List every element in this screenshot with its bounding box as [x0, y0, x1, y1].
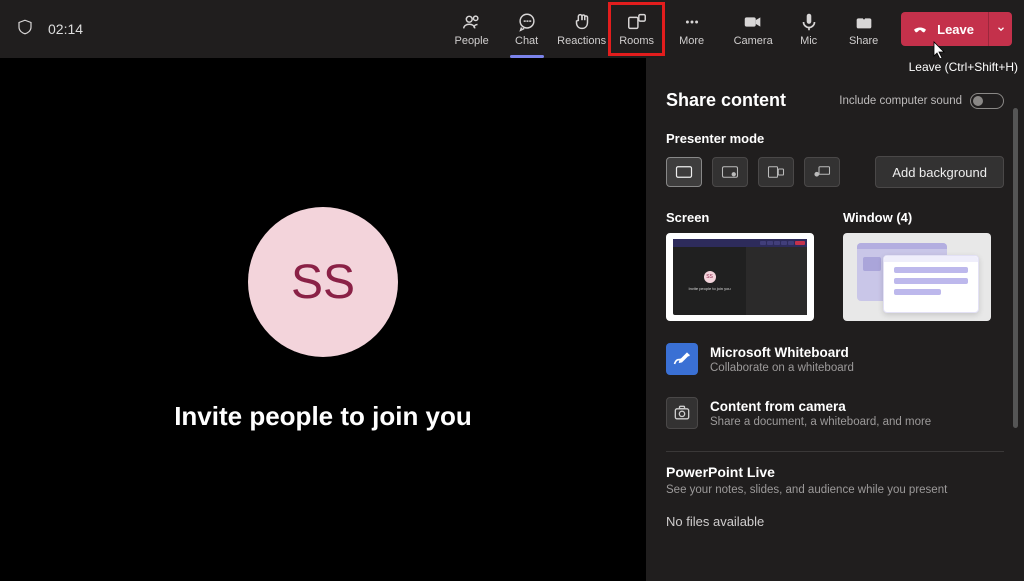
share-window-thumbnail[interactable]	[843, 233, 991, 321]
include-sound-toggle[interactable]	[970, 93, 1004, 109]
whiteboard-icon	[666, 343, 698, 375]
leave-label: Leave	[937, 22, 974, 37]
share-content-panel: Leave (Ctrl+Shift+H) Share content Inclu…	[646, 58, 1024, 581]
window-section-heading: Window (4)	[843, 210, 1004, 225]
content-camera-title: Content from camera	[710, 399, 931, 414]
presenter-mode-reporter[interactable]	[804, 157, 840, 187]
more-label: More	[679, 35, 704, 47]
whiteboard-subtitle: Collaborate on a whiteboard	[710, 362, 854, 374]
presenter-mode-standout[interactable]	[712, 157, 748, 187]
leave-tooltip: Leave (Ctrl+Shift+H)	[905, 58, 1022, 76]
screen-section-heading: Screen	[666, 210, 827, 225]
leave-button[interactable]: Leave	[901, 12, 988, 46]
mic-button[interactable]: Mic	[781, 3, 836, 55]
camera-label: Camera	[734, 35, 773, 47]
share-panel-title: Share content	[666, 90, 786, 111]
whiteboard-title: Microsoft Whiteboard	[710, 345, 854, 360]
presenter-mode-heading: Presenter mode	[666, 131, 1004, 146]
share-screen-thumbnail[interactable]: SSInvite people to join you	[666, 233, 814, 321]
powerpoint-live-heading: PowerPoint Live	[666, 464, 1004, 480]
panel-scrollbar[interactable]	[1013, 108, 1018, 428]
camera-button[interactable]: Camera	[725, 3, 781, 55]
chat-label: Chat	[515, 35, 538, 47]
reactions-label: Reactions	[557, 35, 606, 47]
add-background-button[interactable]: Add background	[875, 156, 1004, 188]
meeting-stage: SS Invite people to join you	[0, 58, 646, 581]
content-camera-subtitle: Share a document, a whiteboard, and more	[710, 416, 931, 428]
more-button[interactable]: More	[664, 3, 719, 55]
presenter-mode-side-by-side[interactable]	[758, 157, 794, 187]
mic-label: Mic	[800, 35, 817, 47]
call-timer: 02:14	[48, 21, 83, 37]
whiteboard-option[interactable]: Microsoft Whiteboard Collaborate on a wh…	[666, 343, 1004, 375]
presenter-mode-content-only[interactable]	[666, 157, 702, 187]
leave-dropdown-button[interactable]	[988, 12, 1012, 46]
rooms-button[interactable]: Rooms	[609, 3, 664, 55]
shield-icon[interactable]	[16, 17, 34, 42]
participant-avatar: SS	[248, 207, 398, 357]
divider	[666, 451, 1004, 452]
share-label: Share	[849, 35, 878, 47]
content-camera-icon	[666, 397, 698, 429]
people-button[interactable]: People	[444, 3, 499, 55]
no-files-message: No files available	[666, 514, 1004, 529]
avatar-initials: SS	[291, 255, 355, 310]
people-label: People	[454, 35, 488, 47]
hangup-icon	[911, 20, 929, 38]
invite-message: Invite people to join you	[174, 401, 472, 432]
rooms-label: Rooms	[619, 35, 654, 47]
reactions-button[interactable]: Reactions	[554, 3, 609, 55]
powerpoint-live-subtitle: See your notes, slides, and audience whi…	[666, 484, 1004, 496]
include-sound-label: Include computer sound	[839, 95, 962, 107]
chevron-down-icon	[996, 24, 1006, 34]
chat-button[interactable]: Chat	[499, 3, 554, 55]
content-from-camera-option[interactable]: Content from camera Share a document, a …	[666, 397, 1004, 429]
top-toolbar: 02:14 People Chat Reactions Rooms More C…	[0, 0, 1024, 58]
share-button[interactable]: Share	[836, 3, 891, 55]
